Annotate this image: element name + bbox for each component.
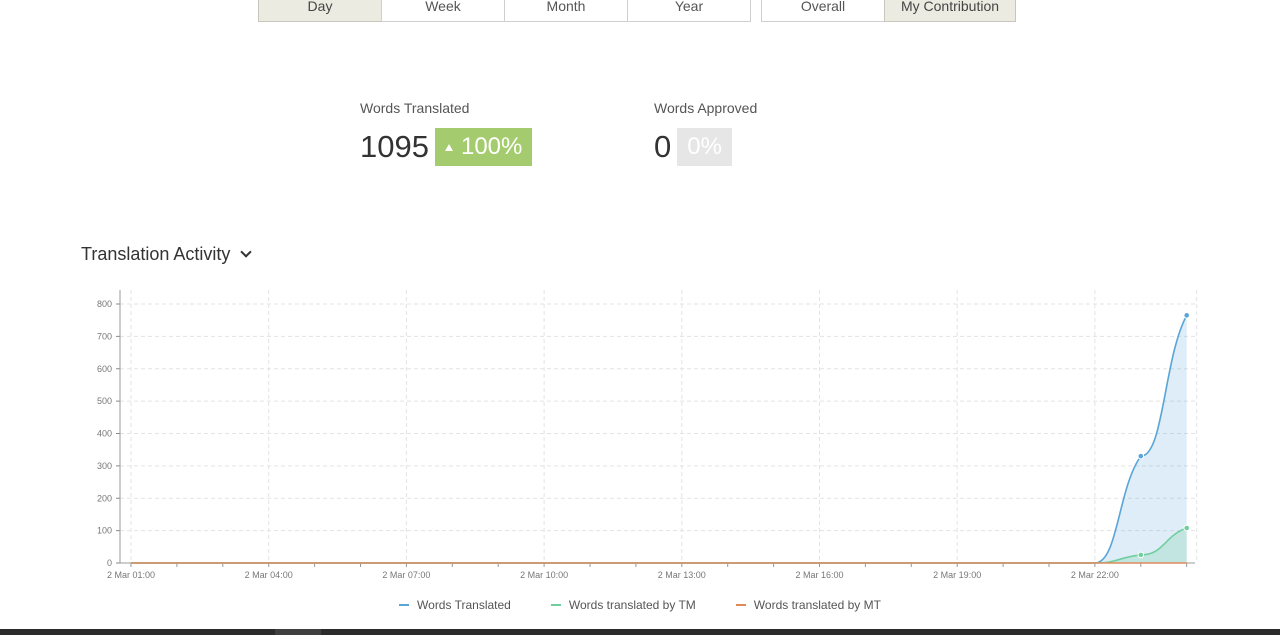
y-tick-label: 700 (97, 331, 112, 341)
data-point (1137, 551, 1145, 559)
stat-value: 1095 (360, 129, 429, 164)
legend-label: Words translated by TM (568, 598, 696, 612)
stat-label: Words Translated (360, 100, 470, 116)
y-tick-label: 300 (97, 461, 112, 471)
data-point (1183, 312, 1190, 319)
legend-item-tm[interactable]: Words translated by TM (550, 598, 696, 612)
translation-activity-chart: 0 100 200 300 400 500 600 700 800 2 Mar 01:00 2 Ma… (97, 290, 1198, 580)
words-approved-stat: Words Approved 0 0% (654, 100, 757, 166)
data-point (1183, 524, 1190, 532)
day-button[interactable]: Day (258, 0, 382, 22)
overall-button[interactable]: Overall (761, 0, 885, 22)
taskbar-tab[interactable] (275, 629, 321, 635)
y-tick-label: 0 (107, 558, 112, 568)
filter-toolbar: Day Week Month Year Overall My Contribut… (258, 0, 1016, 22)
stat-label: Words Approved (654, 100, 758, 116)
series-line-1 (131, 527, 1187, 564)
y-tick-label: 600 (97, 364, 112, 374)
x-tick-label: 2 Mar 19:00 (933, 570, 981, 580)
x-tick-label: 2 Mar 22:00 (1071, 570, 1119, 580)
legend-label: Words translated by MT (753, 598, 881, 612)
x-tick-label: 2 Mar 10:00 (520, 570, 568, 580)
time-range-group: Day Week Month Year (258, 0, 751, 22)
change-percent: 100% (460, 133, 523, 160)
legend-label: Words Translated (417, 598, 511, 612)
legend-item-translated[interactable]: Words Translated (399, 598, 511, 612)
y-tick-label: 400 (97, 429, 112, 439)
month-button[interactable]: Month (504, 0, 628, 22)
series-line-0 (131, 314, 1188, 564)
chevron-down-icon (240, 246, 253, 258)
taskbar (0, 629, 1280, 635)
scope-group: Overall My Contribution (761, 0, 1016, 22)
chart-legend: Words Translated Words translated by TM … (0, 598, 1280, 612)
y-tick-label: 100 (97, 526, 112, 536)
stat-row: 0 0% (654, 128, 757, 166)
stat-value: 0 (654, 129, 672, 164)
data-point (1137, 452, 1145, 460)
legend-item-mt[interactable]: Words translated by MT (735, 598, 881, 612)
y-tick-label: 200 (97, 493, 112, 503)
section-title: Translation Activity (81, 244, 231, 264)
week-button[interactable]: Week (381, 0, 505, 22)
stat-row: 1095 100% (360, 128, 533, 166)
x-tick-label: 2 Mar 04:00 (245, 570, 293, 580)
x-tick-label: 2 Mar 07:00 (382, 570, 430, 580)
year-button[interactable]: Year (627, 0, 751, 22)
change-percent: 0% (687, 133, 722, 160)
words-translated-stat: Words Translated 1095 100% (360, 100, 533, 166)
y-tick-label: 500 (97, 396, 112, 406)
translation-activity-dropdown[interactable]: Translation Activity (81, 244, 253, 265)
legend-swatch-icon (399, 604, 410, 606)
legend-swatch-icon (735, 604, 746, 606)
y-tick-label: 800 (97, 299, 112, 309)
legend-swatch-icon (550, 604, 561, 606)
change-badge-neutral: 0% (677, 128, 732, 166)
x-tick-label: 2 Mar 13:00 (658, 570, 706, 580)
arrow-up-icon (444, 143, 453, 151)
change-badge-up: 100% (434, 128, 533, 166)
my-contribution-button[interactable]: My Contribution (884, 0, 1016, 22)
x-tick-label: 2 Mar 16:00 (795, 570, 843, 580)
x-tick-label: 2 Mar 01:00 (107, 570, 155, 580)
